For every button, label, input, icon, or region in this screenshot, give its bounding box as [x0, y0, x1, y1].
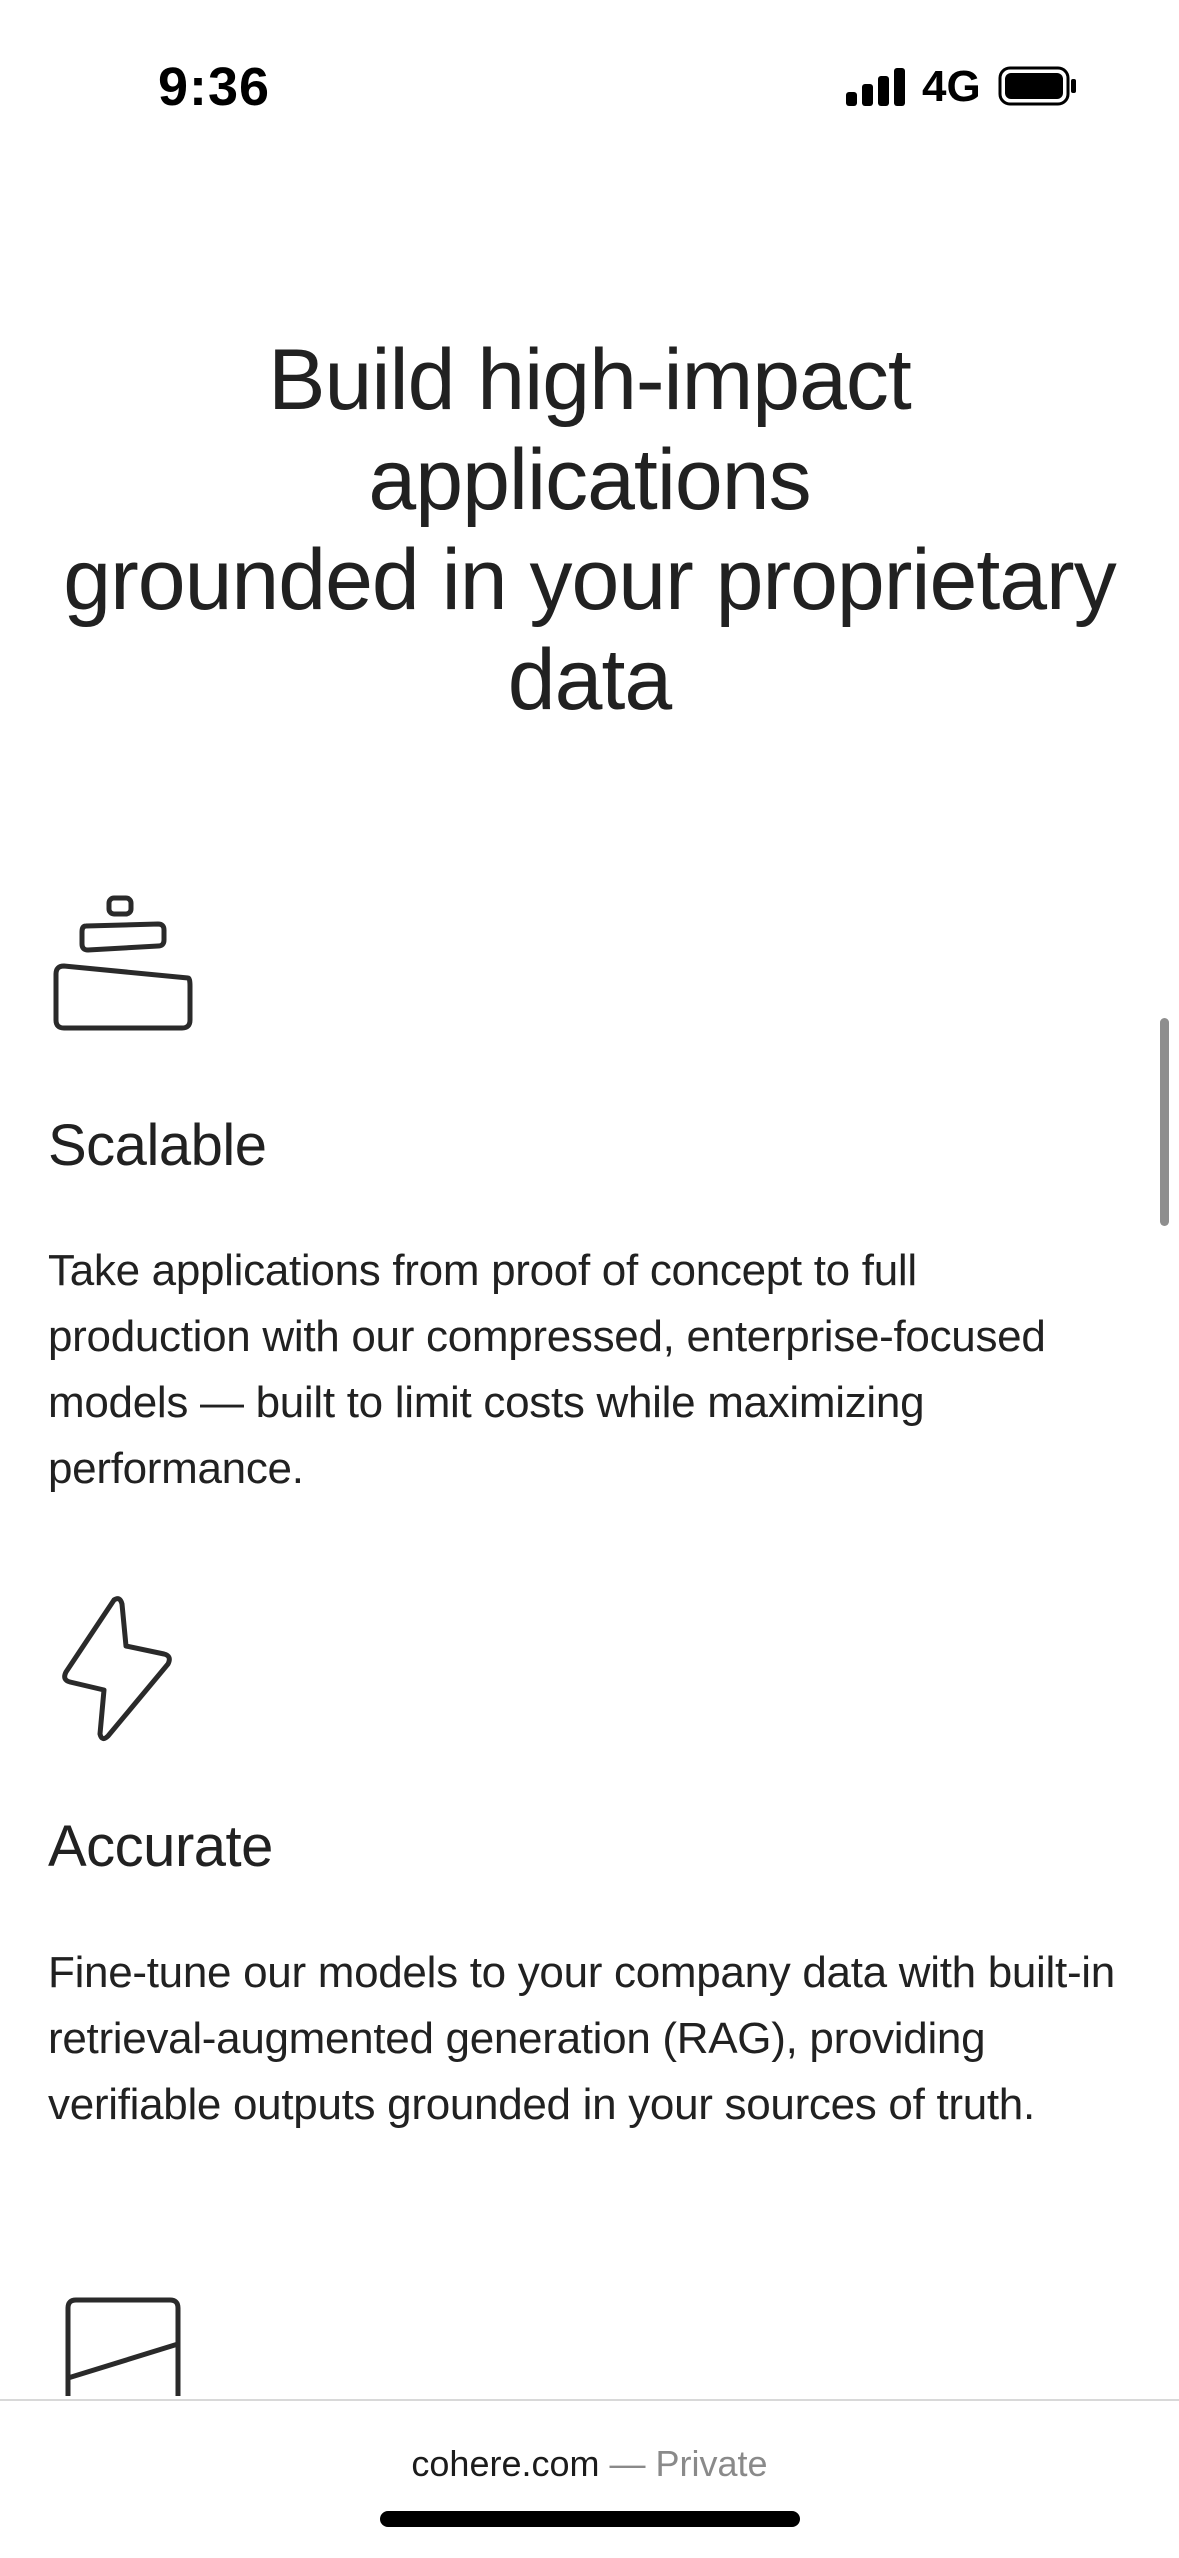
- status-bar: 9:36 4G: [0, 0, 1179, 160]
- hero-line: Build high-impact: [268, 332, 912, 428]
- network-label: 4G: [922, 62, 981, 111]
- signal-icon: [846, 68, 906, 106]
- feature-title: Accurate: [48, 1814, 273, 1879]
- url-domain: cohere.com: [411, 2443, 600, 2484]
- shield-icon: [65, 2297, 181, 2396]
- battery-icon: [998, 66, 1076, 106]
- private-mode-label: Private: [655, 2443, 768, 2484]
- url-separator: —: [609, 2443, 646, 2484]
- feature-title: Scalable: [48, 1113, 267, 1178]
- browser-url-bar[interactable]: cohere.com — Private: [0, 2399, 1179, 2558]
- status-time: 9:36: [158, 57, 271, 117]
- hero-line: grounded in your proprietary: [63, 532, 1116, 628]
- scrollbar[interactable]: [1160, 1018, 1169, 1226]
- url-text[interactable]: cohere.com — Private: [0, 2443, 1179, 2485]
- feature-description: Take applications from proof of concept …: [48, 1246, 1046, 1493]
- hero-line: data: [507, 632, 672, 728]
- feature-description: Fine-tune our models to your company dat…: [48, 1948, 1115, 2129]
- hero-heading: Build high-impact applications grounded …: [40, 330, 1139, 730]
- stacked-stones-icon: [53, 895, 193, 1031]
- hero-line: applications: [368, 432, 811, 528]
- home-indicator[interactable]: [380, 2511, 800, 2527]
- lightning-bolt-icon: [62, 1596, 172, 1742]
